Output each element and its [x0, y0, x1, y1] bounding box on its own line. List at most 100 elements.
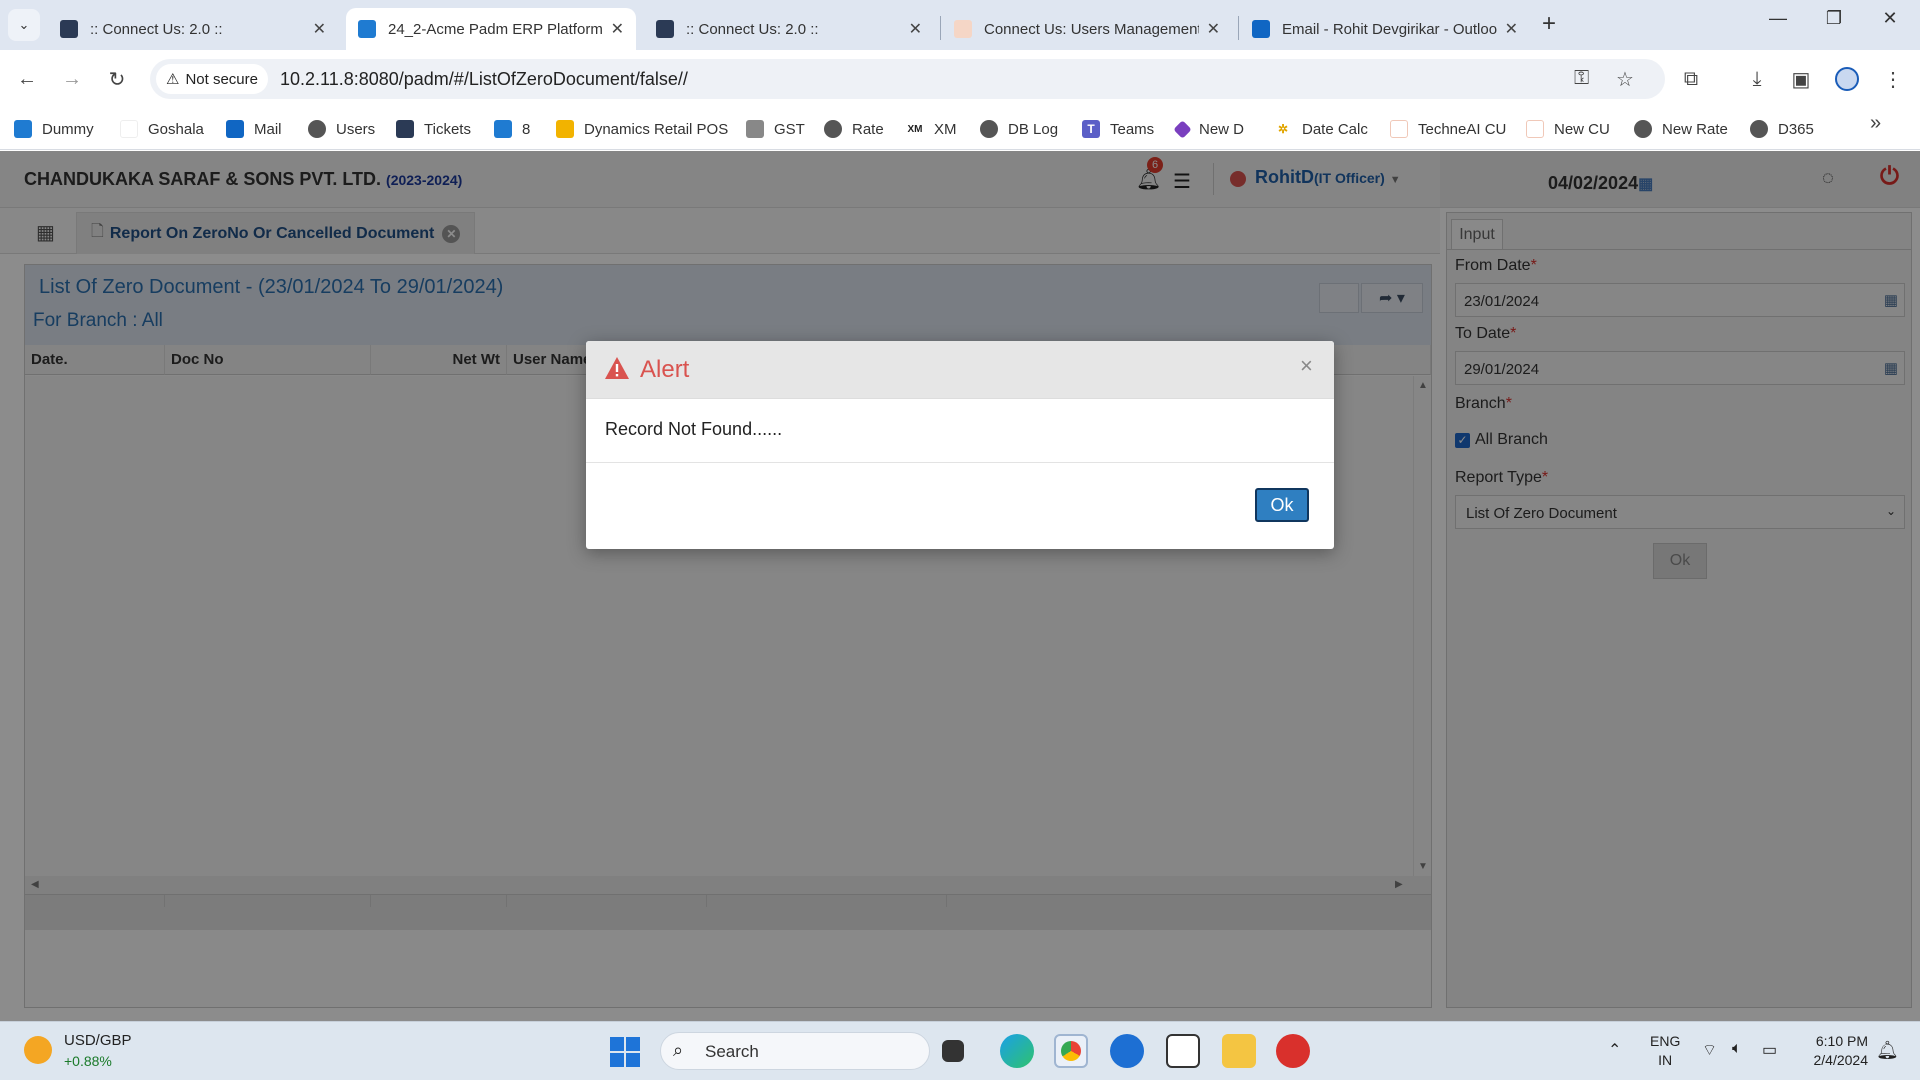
outlook-icon [1252, 20, 1270, 38]
bookmark-dummy[interactable]: Dummy [14, 116, 94, 142]
close-tab-icon[interactable]: ✕ [611, 19, 624, 39]
tray-overflow-icon[interactable]: ⌃ [1608, 1040, 1621, 1060]
bookmark-8[interactable]: 8 [494, 116, 530, 142]
minimize-icon[interactable]: — [1758, 8, 1798, 29]
extensions-icon[interactable]: ⧉ [1674, 62, 1708, 96]
bookmark-label: Date Calc [1302, 120, 1368, 138]
erp-icon [358, 20, 376, 38]
page-icon [954, 20, 972, 38]
erp-icon [14, 120, 32, 138]
globe-icon [1634, 120, 1652, 138]
alert-close-icon[interactable]: × [1300, 353, 1313, 379]
browser-tab-3[interactable]: :: Connect Us: 2.0 :: ✕ [644, 8, 934, 50]
language-indicator[interactable]: ENG IN [1650, 1032, 1680, 1070]
bookmark-date-calc[interactable]: ✲ Date Calc [1274, 116, 1368, 142]
profile-avatar-icon[interactable] [1830, 62, 1864, 96]
close-tab-icon[interactable]: ✕ [313, 19, 326, 39]
ticker-symbol[interactable]: USD/GBP [64, 1032, 132, 1049]
gst-icon [746, 120, 764, 138]
bookmark-new-d[interactable]: New D [1173, 116, 1244, 142]
bookmark-label: GST [774, 120, 805, 138]
browser-tab-2-active[interactable]: 24_2-Acme Padm ERP Platform ✕ [346, 8, 636, 50]
bookmark-rate[interactable]: Rate [824, 116, 884, 142]
alert-title: Alert [640, 356, 690, 383]
bookmark-techneai-cu[interactable]: TechneAI CU [1390, 116, 1506, 142]
globe-icon [308, 120, 326, 138]
xm-icon: XM [906, 120, 924, 138]
taskbar-search-box[interactable]: ⌕ Search [660, 1032, 930, 1070]
notification-center-icon[interactable]: 🔔︎ [1876, 1040, 1899, 1061]
task-view-icon[interactable] [942, 1040, 964, 1062]
browser-tab-4[interactable]: Connect Us: Users Management ✕ [942, 8, 1232, 50]
bookmark-tickets[interactable]: Tickets [396, 116, 471, 142]
chrome-browser-icon[interactable] [1054, 1034, 1088, 1068]
volume-icon[interactable]: 🔈︎ [1732, 1040, 1742, 1058]
bookmark-dynamics-retail-pos[interactable]: Dynamics Retail POS [556, 116, 728, 142]
close-tab-icon[interactable]: ✕ [1505, 19, 1518, 39]
back-arrow-icon[interactable]: ← [10, 62, 44, 96]
wps-office-icon[interactable] [1276, 1034, 1310, 1068]
currency-ticker-icon[interactable] [24, 1036, 52, 1064]
restore-icon[interactable]: ❐ [1814, 8, 1854, 29]
more-bookmarks-icon[interactable]: » [1870, 112, 1881, 135]
bookmark-label: Tickets [424, 120, 471, 138]
search-label: Search [705, 1042, 759, 1061]
reload-icon[interactable]: ↻ [100, 62, 134, 96]
alert-ok-button[interactable]: Ok [1255, 488, 1309, 522]
close-tab-icon[interactable]: ✕ [909, 19, 922, 39]
password-key-icon[interactable]: ⚿ [1574, 67, 1589, 90]
folder-icon [556, 120, 574, 138]
clock-time: 6:10 PM [1815, 1033, 1868, 1049]
windows-start-button[interactable] [610, 1037, 640, 1067]
close-tab-icon[interactable]: ✕ [1207, 19, 1220, 39]
tab-search-button[interactable]: ⌄ [8, 9, 40, 41]
bookmark-teams[interactable]: T Teams [1082, 116, 1154, 142]
bookmark-new-cu[interactable]: New CU [1526, 116, 1610, 142]
security-label: Not secure [185, 70, 258, 88]
download-icon[interactable]: ⤓ [1740, 62, 1774, 96]
ticker-change[interactable]: +0.88% [64, 1053, 112, 1069]
bookmark-label: Dynamics Retail POS [584, 120, 729, 138]
browser-tab-strip: ⌄ :: Connect Us: 2.0 :: ✕ 24_2-Acme Padm… [0, 0, 1920, 50]
new-tab-button[interactable]: + [1542, 10, 1556, 38]
wifi-icon[interactable]: ⌔ [1702, 1040, 1717, 1060]
alert-header: Alert × [586, 341, 1334, 399]
bookmark-xm[interactable]: XM XM [906, 116, 957, 142]
bookmark-new-rate[interactable]: New Rate [1634, 116, 1728, 142]
page-icon [1526, 120, 1544, 138]
bookmark-goshala[interactable]: Goshala [120, 116, 204, 142]
bookmark-label: Mail [254, 120, 282, 138]
browser-tab-1[interactable]: :: Connect Us: 2.0 :: ✕ [48, 8, 338, 50]
side-panel-icon[interactable]: ▣ [1784, 62, 1818, 96]
close-window-icon[interactable]: ✕ [1870, 8, 1910, 29]
windows-taskbar: USD/GBP +0.88% ⌕ Search ⌃ ENG IN ⌔ 🔈︎ ▭ 6… [0, 1021, 1920, 1080]
bookmark-db-log[interactable]: DB Log [980, 116, 1058, 142]
browser-menu-icon[interactable]: ⋮ [1876, 62, 1910, 96]
bookmark-d365[interactable]: D365 [1750, 116, 1814, 142]
vnc-viewer-icon[interactable] [1166, 1034, 1200, 1068]
gem-icon [1173, 119, 1192, 139]
search-icon: ⌕ [673, 1040, 684, 1060]
system-clock[interactable]: 6:10 PM 2/4/2024 [1798, 1032, 1869, 1070]
browser-tab-title: Email - Rohit Devgirikar - Outlook [1282, 20, 1497, 38]
edge-browser-icon[interactable] [1000, 1034, 1034, 1068]
battery-icon[interactable]: ▭ [1762, 1040, 1777, 1060]
browser-tab-title: 24_2-Acme Padm ERP Platform [388, 20, 603, 38]
bookmark-star-icon[interactable]: ☆ [1616, 67, 1634, 92]
bookmark-label: Users [336, 120, 376, 138]
clock-date: 2/4/2024 [1813, 1052, 1869, 1068]
bookmark-label: Rate [852, 120, 884, 138]
bookmark-mail[interactable]: Mail [226, 116, 282, 142]
forward-arrow-icon[interactable]: → [55, 62, 89, 96]
phone-app-icon[interactable] [1110, 1034, 1144, 1068]
globe-icon [824, 120, 842, 138]
file-explorer-icon[interactable] [1222, 1034, 1256, 1068]
page-icon [1390, 120, 1408, 138]
bookmark-label: DB Log [1008, 120, 1059, 138]
url-text[interactable]: 10.2.11.8:8080/padm/#/ListOfZeroDocument… [280, 69, 688, 90]
bookmark-users[interactable]: Users [308, 116, 375, 142]
address-bar[interactable]: ⚠ Not secure 10.2.11.8:8080/padm/#/ListO… [150, 59, 1665, 99]
browser-tab-5[interactable]: Email - Rohit Devgirikar - Outlook ✕ [1240, 8, 1530, 50]
bookmark-gst[interactable]: GST [746, 116, 805, 142]
security-indicator[interactable]: ⚠ Not secure [156, 64, 268, 94]
